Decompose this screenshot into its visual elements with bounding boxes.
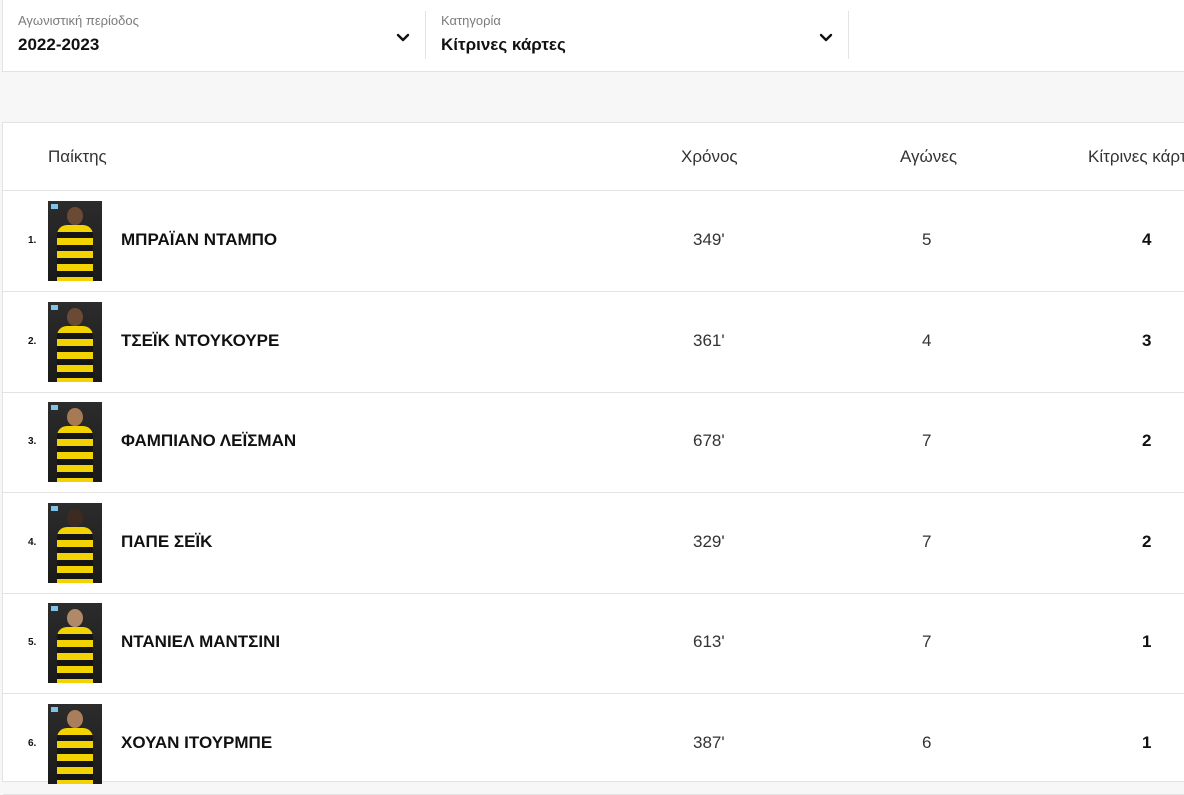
header-games[interactable]: Αγώνες bbox=[900, 147, 957, 167]
row-cards: 2 bbox=[1142, 431, 1152, 450]
row-rank: 5. bbox=[28, 637, 37, 648]
season-label: Αγωνιστική περίοδος bbox=[18, 13, 139, 28]
table-row[interactable]: 4. ΠΑΠΕ ΣΕΪΚ 329' 7 2 bbox=[3, 493, 1184, 594]
player-name[interactable]: ΦΑΜΠΙΑΝΟ ΛΕΪΣΜΑΝ bbox=[121, 431, 296, 451]
row-rank: 3. bbox=[28, 436, 37, 447]
row-games: 7 bbox=[922, 431, 932, 450]
row-cards: 1 bbox=[1142, 733, 1152, 752]
row-games: 6 bbox=[922, 733, 932, 752]
season-value: 2022-2023 bbox=[18, 35, 100, 54]
row-minutes: 349' bbox=[693, 230, 725, 249]
table-row[interactable]: 6. ΧΟΥΑΝ ΙΤΟΥΡΜΠΕ 387' 6 1 bbox=[3, 694, 1184, 795]
row-games: 7 bbox=[922, 632, 932, 651]
chevron-down-icon bbox=[396, 33, 410, 42]
row-minutes: 329' bbox=[693, 532, 725, 551]
category-value: Κίτρινες κάρτες bbox=[441, 35, 566, 54]
stats-table: Παίκτης Χρόνος Αγώνες Κίτρινες κάρτες 1.… bbox=[2, 122, 1184, 795]
player-name[interactable]: ΜΠΡΑΪΑΝ ΝΤΑΜΠΟ bbox=[121, 230, 277, 250]
player-photo bbox=[48, 704, 102, 784]
row-rank: 6. bbox=[28, 738, 37, 749]
player-name[interactable]: ΧΟΥΑΝ ΙΤΟΥΡΜΠΕ bbox=[121, 733, 272, 753]
row-minutes: 678' bbox=[693, 431, 725, 450]
season-select[interactable]: Αγωνιστική περίοδος 2022-2023 bbox=[3, 0, 425, 60]
table-row[interactable]: 2. ΤΣΕΪΚ ΝΤΟΥΚΟΥΡΕ 361' 4 3 bbox=[3, 292, 1184, 393]
row-cards: 3 bbox=[1142, 331, 1152, 350]
row-cards: 2 bbox=[1142, 532, 1152, 551]
row-games: 5 bbox=[922, 230, 932, 249]
player-photo bbox=[48, 402, 102, 482]
table-header: Παίκτης Χρόνος Αγώνες Κίτρινες κάρτες bbox=[3, 123, 1184, 191]
row-minutes: 387' bbox=[693, 733, 725, 752]
filter-divider bbox=[848, 11, 849, 59]
row-minutes: 361' bbox=[693, 331, 725, 350]
row-cards: 1 bbox=[1142, 632, 1152, 651]
player-name[interactable]: ΠΑΠΕ ΣΕΪΚ bbox=[121, 532, 212, 552]
player-photo bbox=[48, 302, 102, 382]
player-photo bbox=[48, 503, 102, 583]
row-rank: 1. bbox=[28, 235, 37, 246]
table-row[interactable]: 3. ΦΑΜΠΙΑΝΟ ΛΕΪΣΜΑΝ 678' 7 2 bbox=[3, 392, 1184, 493]
category-label: Κατηγορία bbox=[441, 13, 501, 28]
filter-bar: Αγωνιστική περίοδος 2022-2023 Κατηγορία … bbox=[2, 0, 1184, 72]
header-player[interactable]: Παίκτης bbox=[48, 147, 107, 167]
row-cards: 4 bbox=[1142, 230, 1152, 249]
player-name[interactable]: ΝΤΑΝΙΕΛ ΜΑΝΤΣΙΝΙ bbox=[121, 632, 280, 652]
row-rank: 2. bbox=[28, 336, 37, 347]
row-minutes: 613' bbox=[693, 632, 725, 651]
header-cards[interactable]: Κίτρινες κάρτες bbox=[1088, 147, 1184, 167]
row-games: 4 bbox=[922, 331, 932, 350]
table-row[interactable]: 5. ΝΤΑΝΙΕΛ ΜΑΝΤΣΙΝΙ 613' 7 1 bbox=[3, 593, 1184, 694]
header-minutes[interactable]: Χρόνος bbox=[681, 147, 738, 167]
player-photo bbox=[48, 603, 102, 683]
category-select[interactable]: Κατηγορία Κίτρινες κάρτες bbox=[426, 0, 850, 60]
player-photo bbox=[48, 201, 102, 281]
row-rank: 4. bbox=[28, 537, 37, 548]
player-name[interactable]: ΤΣΕΪΚ ΝΤΟΥΚΟΥΡΕ bbox=[121, 331, 279, 351]
chevron-down-icon bbox=[819, 33, 833, 42]
row-games: 7 bbox=[922, 532, 932, 551]
table-row[interactable]: 1. ΜΠΡΑΪΑΝ ΝΤΑΜΠΟ 349' 5 4 bbox=[3, 191, 1184, 292]
